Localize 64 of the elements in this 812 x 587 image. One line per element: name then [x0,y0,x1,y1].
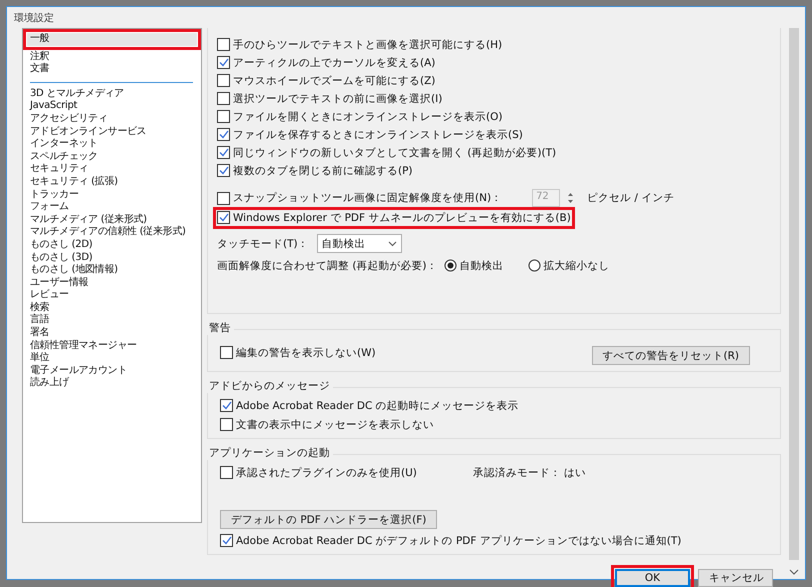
checkbox[interactable]: ファイルを保存するときにオンラインストレージを表示(S) [217,128,523,142]
group-title: 警告 [207,321,234,335]
category-item[interactable]: アクセシビリティ [27,112,197,126]
category-item[interactable]: ものさし (2D) [27,238,197,252]
category-item[interactable]: 単位 [27,352,197,365]
checkbox[interactable]: 選択ツールでテキストの前に画像を選択(I) [217,92,442,106]
checkmark-icon [222,536,232,545]
category-item[interactable]: 3D とマルチメディア [27,88,197,100]
checkbox[interactable]: 同じウィンドウの新しいタブとして文書を開く (再起動が必要)(T) [217,146,556,160]
category-item[interactable]: 注釈 [27,50,197,64]
category-item[interactable]: 言語 [27,314,197,328]
status-text: 承認済みモード： はい [472,466,586,480]
checkmark-icon [218,58,228,67]
checkmark-icon [222,401,232,410]
group-title: アプリケーションの起動 [207,446,333,460]
category-item[interactable]: 読み上げ [27,377,197,390]
category-item[interactable]: 文書 [27,63,197,76]
touch-mode-dropdown[interactable]: 自動検出 [316,234,402,253]
category-item[interactable]: 署名 [27,327,197,340]
category-item[interactable]: トラッカー [27,188,197,202]
group-title: アドビからのメッセージ [207,379,333,393]
action-button[interactable]: デフォルトの PDF ハンドラーを選択(F) [220,510,438,529]
category-item[interactable]: マルチメディア (従来形式) [27,214,197,226]
category-item[interactable]: JavaScript [27,100,197,113]
checkbox[interactable]: Windows Explorer で PDF サムネールのプレビューを有効にする(B) [217,210,571,224]
category-item[interactable]: ユーザー情報 [27,276,197,290]
radio-button[interactable]: 自動検出 [444,258,504,272]
category-item[interactable]: セキュリティ (拡張) [27,176,197,189]
category-item[interactable]: 電子メールアカウント [27,364,197,378]
category-item[interactable]: ものさし (3D) [27,252,197,264]
chevron-down-icon [388,240,397,246]
checkbox[interactable]: Adobe Acrobat Reader DC の起動時にメッセージを表示 [220,398,519,412]
checkbox[interactable]: 編集の警告を表示しない(W) [220,346,376,360]
checkbox[interactable]: ファイルを開くときにオンラインストレージを表示(O) [217,110,502,124]
dialog-button[interactable]: OK [615,569,690,587]
category-item[interactable]: 一般 [27,33,197,46]
category-item[interactable]: 信頼性管理マネージャー [27,340,197,352]
checkbox[interactable]: Adobe Acrobat Reader DC がデフォルトの PDF アプリケーションではない場合に通知(T) [220,534,682,548]
checkbox[interactable]: 手のひらツールでテキストと画像を選択可能にする(H) [217,38,502,52]
checkbox[interactable]: 複数のタブを閉じる前に確認する(P) [217,164,413,178]
category-item[interactable]: アドビオンラインサービス [27,126,197,138]
category-item[interactable]: インターネット [27,138,197,151]
category-item[interactable]: フォーム [27,201,197,214]
category-item[interactable]: スペルチェック [27,150,197,164]
category-item[interactable]: 検索 [27,302,197,314]
field-label: タッチモード(T)： [217,236,309,250]
unit-label: ピクセル / インチ [587,191,674,205]
category-item[interactable]: マルチメディアの信頼性 (従来形式) [27,226,197,239]
checkbox[interactable]: 承認されたプラグインのみを使用(U) [220,466,417,480]
checkbox[interactable]: 文書の表示中にメッセージを表示しない [220,418,434,432]
category-item[interactable]: セキュリティ [27,163,197,176]
category-item[interactable]: レビュー [27,289,197,302]
field-label: 画面解像度に合わせて調整 (再起動が必要)： [217,258,438,272]
dialog-button[interactable]: キャンセル [698,569,773,587]
radio-button[interactable]: 拡大縮小なし [528,258,610,272]
window-title: 環境設定 [13,12,55,24]
checkbox[interactable]: マウスホイールでズームを可能にする(Z) [217,74,436,88]
checkbox[interactable]: アーティクルの上でカーソルを変える(A) [217,56,436,70]
category-item[interactable]: ものさし (地図情報) [27,264,197,277]
action-button[interactable]: すべての警告をリセット(R) [592,346,750,365]
chevron-down-icon[interactable] [787,568,801,577]
checkmark-icon [218,213,228,222]
radio-circle-icon [528,259,541,272]
radio-circle-icon [444,259,457,272]
